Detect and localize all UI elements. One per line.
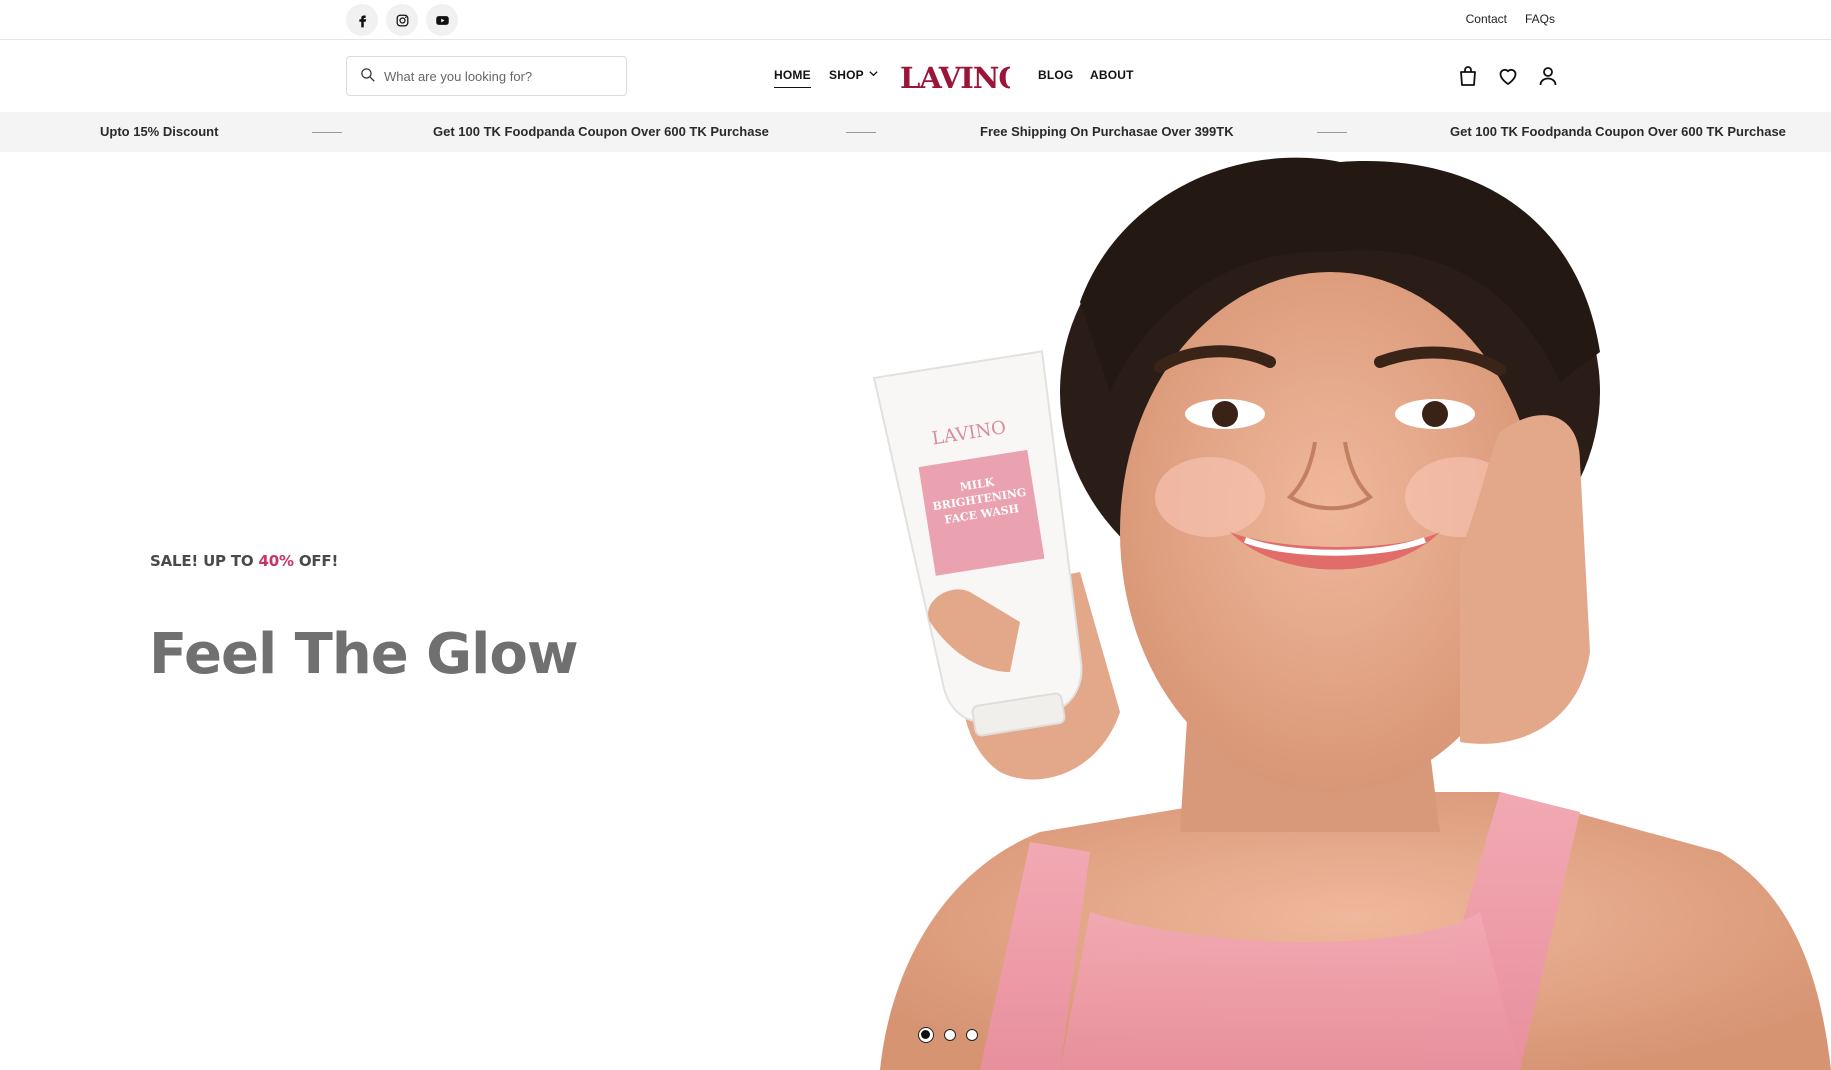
promo-text: SALE! UP TO 40% OFF! <box>150 552 338 570</box>
announcement-item: Free Shipping On Purchasae Over 399TK <box>980 124 1234 139</box>
search-box[interactable] <box>346 56 627 96</box>
slide-dot-2[interactable] <box>944 1029 956 1041</box>
nav-shop-label: SHOP <box>829 68 864 82</box>
social-links <box>346 4 458 36</box>
promo-suffix: OFF! <box>293 552 339 570</box>
faqs-link[interactable]: FAQs <box>1525 12 1555 26</box>
announcement-divider <box>312 132 342 133</box>
announcement-divider <box>846 132 876 133</box>
youtube-icon[interactable] <box>426 4 458 36</box>
user-icon[interactable] <box>1536 64 1560 88</box>
slide-dot-1[interactable] <box>918 1027 934 1043</box>
nav-shop[interactable]: SHOP <box>829 68 879 82</box>
main-header: HOME SHOP LAVINO BLOG ABOUT <box>0 40 1831 112</box>
hero-model-image: LAVINO MILK BRIGHTENING FACE WASH <box>872 157 1831 1070</box>
nav-blog[interactable]: BLOG <box>1038 68 1073 82</box>
hero-title: Feel The Glow <box>149 622 579 687</box>
top-bar: Contact FAQs <box>0 0 1831 40</box>
announcement-item: Upto 15% Discount <box>100 124 219 139</box>
search-input[interactable] <box>384 68 614 84</box>
logo-text: LAVINO <box>900 61 1010 94</box>
promo-prefix: SALE! UP TO <box>150 552 259 570</box>
promo-percent: 40% <box>258 552 294 570</box>
brand-logo[interactable]: LAVINO <box>900 58 1010 94</box>
slide-dot-3[interactable] <box>966 1029 978 1041</box>
heart-icon[interactable] <box>1496 64 1520 88</box>
announcement-item: Get 100 TK Foodpanda Coupon Over 600 TK … <box>433 124 769 139</box>
announcement-bar: Upto 15% Discount Get 100 TK Foodpanda C… <box>0 112 1831 152</box>
facebook-icon[interactable] <box>346 4 378 36</box>
shopping-bag-icon[interactable] <box>1456 64 1480 88</box>
announcement-item: Get 100 TK Foodpanda Coupon Over 600 TK … <box>1450 124 1786 139</box>
nav-about[interactable]: ABOUT <box>1090 68 1134 82</box>
instagram-icon[interactable] <box>386 4 418 36</box>
top-links: Contact FAQs <box>1466 12 1555 26</box>
chevron-down-icon <box>868 68 879 82</box>
hero-slider: LAVINO MILK BRIGHTENING FACE WASH SALE! … <box>0 152 1831 1070</box>
nav-home[interactable]: HOME <box>774 68 811 88</box>
announcement-divider <box>1317 132 1347 133</box>
slider-pagination <box>918 1027 978 1043</box>
header-actions <box>1456 64 1560 88</box>
search-icon <box>359 66 376 87</box>
contact-link[interactable]: Contact <box>1466 12 1507 26</box>
